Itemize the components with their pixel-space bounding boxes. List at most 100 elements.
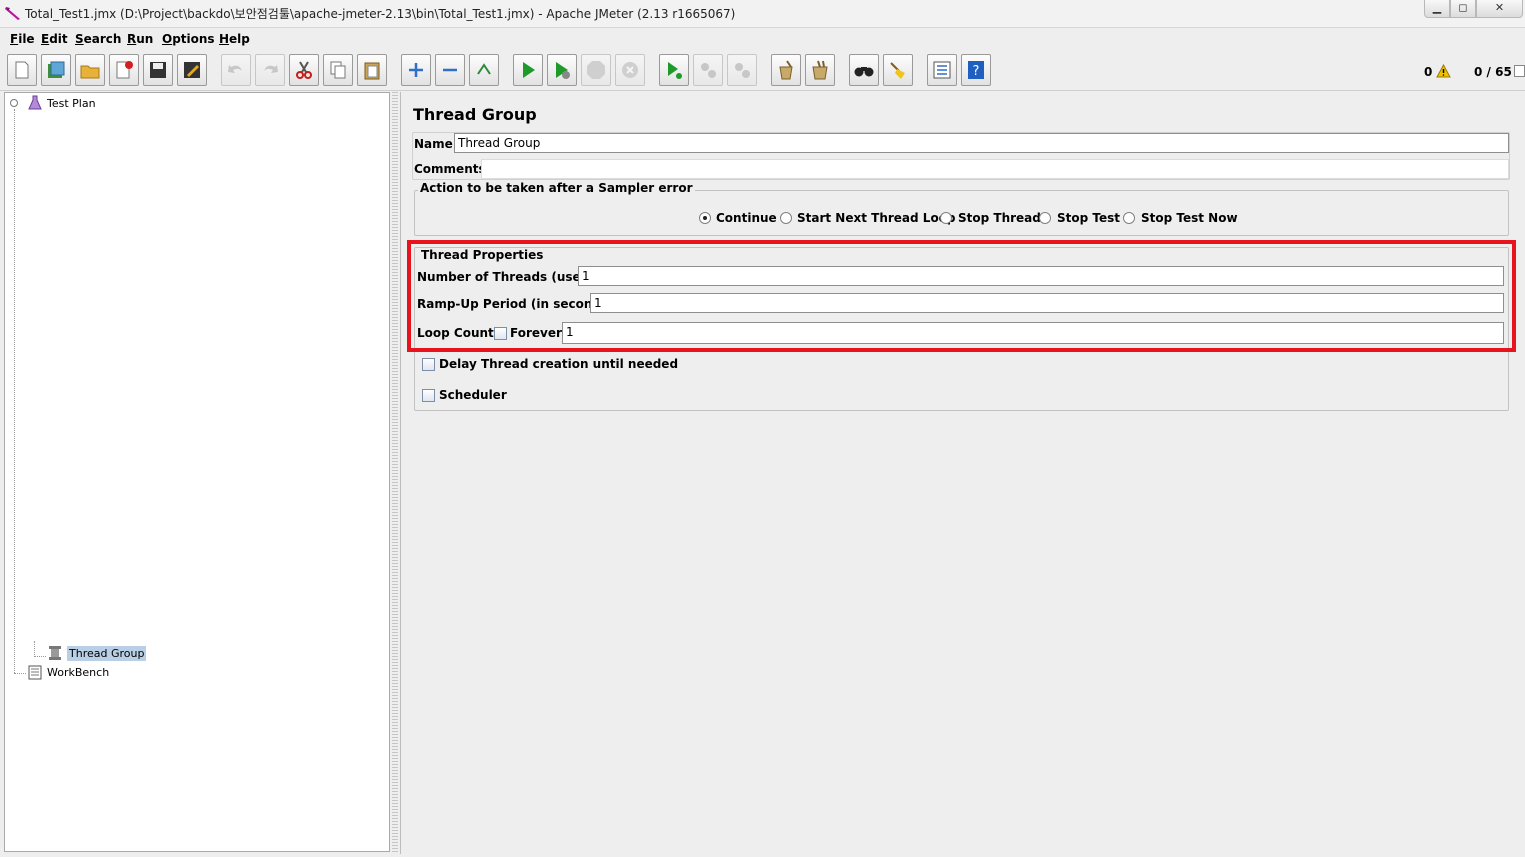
- redo-button[interactable]: [255, 54, 285, 86]
- expand-icon: [409, 63, 423, 77]
- panel-splitter[interactable]: [392, 92, 398, 854]
- remote-start-icon: [668, 62, 682, 79]
- close-file-icon: [116, 61, 133, 79]
- list-icon: [933, 61, 951, 79]
- remote-stop-icon: [701, 63, 716, 78]
- panel-title: Thread Group: [413, 105, 537, 124]
- start-icon: [523, 62, 535, 78]
- clipboard-icon: [28, 665, 42, 680]
- remote-stop-button[interactable]: [693, 54, 723, 86]
- close-window-button[interactable]: ✕: [1476, 0, 1523, 18]
- function-helper-button[interactable]: [927, 54, 957, 86]
- remote-shutdown-icon: [735, 63, 750, 78]
- tree-item-thread-group[interactable]: Thread Group: [47, 645, 147, 661]
- maximize-button[interactable]: ◻: [1450, 0, 1476, 18]
- stop-icon: [587, 61, 605, 79]
- scheduler-checkbox[interactable]: [422, 389, 435, 402]
- redo-icon: [264, 65, 278, 73]
- menu-search[interactable]: Search: [75, 32, 121, 46]
- tree-connector: [14, 109, 15, 673]
- save-as-button[interactable]: [177, 54, 207, 86]
- menu-edit[interactable]: Edit: [41, 32, 68, 46]
- scheduler-label[interactable]: Scheduler: [439, 388, 507, 402]
- new-icon: [15, 61, 29, 79]
- broom-icon: [890, 62, 905, 79]
- binoculars-search-icon: [854, 67, 874, 77]
- new-button[interactable]: [7, 54, 37, 86]
- clear-button[interactable]: [771, 54, 801, 86]
- shutdown-icon: [622, 62, 638, 78]
- save-as-icon: [184, 62, 200, 78]
- templates-button[interactable]: [41, 54, 71, 86]
- open-icon: [80, 65, 100, 79]
- paste-icon: [364, 62, 380, 80]
- radio-continue-label[interactable]: Continue: [716, 211, 777, 225]
- radio-start-next-loop-label[interactable]: Start Next Thread Loop: [797, 211, 956, 225]
- radio-start-next-loop[interactable]: [780, 212, 792, 224]
- tree-item-label: WorkBench: [47, 665, 110, 679]
- tree-expand-handle[interactable]: [10, 99, 18, 107]
- menu-file[interactable]: File: [10, 32, 35, 46]
- save-icon: [150, 62, 166, 78]
- jmeter-feather-icon: [5, 7, 20, 20]
- tree-item-workbench[interactable]: WorkBench: [27, 664, 109, 680]
- test-plan-tree: Test Plan Thread Group WorkBench: [4, 92, 390, 852]
- remote-start-button[interactable]: [659, 54, 689, 86]
- tree-connector: [34, 656, 46, 657]
- toolbar: ? 0 0 / 65: [0, 51, 1525, 91]
- open-button[interactable]: [75, 54, 105, 86]
- active-thread-count: 0 / 65: [1474, 65, 1512, 79]
- window-title: Total_Test1.jmx (D:\Project\backdo\보안점검툴…: [25, 7, 736, 21]
- menu-help[interactable]: Help: [219, 32, 250, 46]
- radio-stop-test-label[interactable]: Stop Test: [1057, 211, 1120, 225]
- clear-icon: [779, 60, 793, 80]
- remote-shutdown-button[interactable]: [727, 54, 757, 86]
- radio-stop-test-now[interactable]: [1123, 212, 1135, 224]
- search-button[interactable]: [849, 54, 879, 86]
- help-icon: ?: [968, 61, 984, 79]
- radio-continue[interactable]: [699, 212, 711, 224]
- undo-button[interactable]: [221, 54, 251, 86]
- clear-all-button[interactable]: [805, 54, 835, 86]
- stop-button[interactable]: [581, 54, 611, 86]
- delay-thread-label[interactable]: Delay Thread creation until needed: [439, 357, 678, 371]
- warning-icon: [1436, 64, 1451, 78]
- svg-text:?: ?: [973, 64, 980, 79]
- paste-button[interactable]: [357, 54, 387, 86]
- error-count: 0: [1424, 65, 1433, 79]
- thread-properties-highlight-annotation: [407, 240, 1516, 352]
- tree-connector: [34, 641, 35, 657]
- copy-button[interactable]: [323, 54, 353, 86]
- comments-field[interactable]: [481, 159, 1509, 179]
- radio-stop-test[interactable]: [1039, 212, 1051, 224]
- shutdown-button[interactable]: [615, 54, 645, 86]
- start-no-pause-button[interactable]: [547, 54, 577, 86]
- title-bar: Total_Test1.jmx (D:\Project\backdo\보안점검툴…: [0, 0, 1525, 28]
- run-status-indicator: [1514, 65, 1525, 77]
- reset-search-button[interactable]: [883, 54, 913, 86]
- cut-button[interactable]: [289, 54, 319, 86]
- radio-stop-thread[interactable]: [940, 212, 952, 224]
- radio-stop-thread-label[interactable]: Stop Thread: [958, 211, 1041, 225]
- minimize-button[interactable]: ▁: [1424, 0, 1450, 18]
- cut-icon: [296, 61, 312, 79]
- name-field[interactable]: Thread Group: [454, 133, 1509, 153]
- menu-options[interactable]: Options: [162, 32, 215, 46]
- toggle-icon: [477, 63, 491, 75]
- flask-icon: [28, 95, 42, 110]
- copy-icon: [330, 61, 346, 79]
- thread-group-panel: Thread Group Name: Thread Group Comments…: [400, 92, 1525, 854]
- tree-item-test-plan[interactable]: Test Plan: [27, 95, 96, 111]
- collapse-button[interactable]: [435, 54, 465, 86]
- tree-connector: [14, 673, 26, 674]
- menu-run[interactable]: Run: [127, 32, 153, 46]
- start-button[interactable]: [513, 54, 543, 86]
- toggle-button[interactable]: [469, 54, 499, 86]
- radio-stop-test-now-label[interactable]: Stop Test Now: [1141, 211, 1238, 225]
- sampler-error-legend: Action to be taken after a Sampler error: [418, 181, 695, 195]
- save-button[interactable]: [143, 54, 173, 86]
- help-button[interactable]: ?: [961, 54, 991, 86]
- close-file-button[interactable]: [109, 54, 139, 86]
- delay-thread-checkbox[interactable]: [422, 358, 435, 371]
- expand-button[interactable]: [401, 54, 431, 86]
